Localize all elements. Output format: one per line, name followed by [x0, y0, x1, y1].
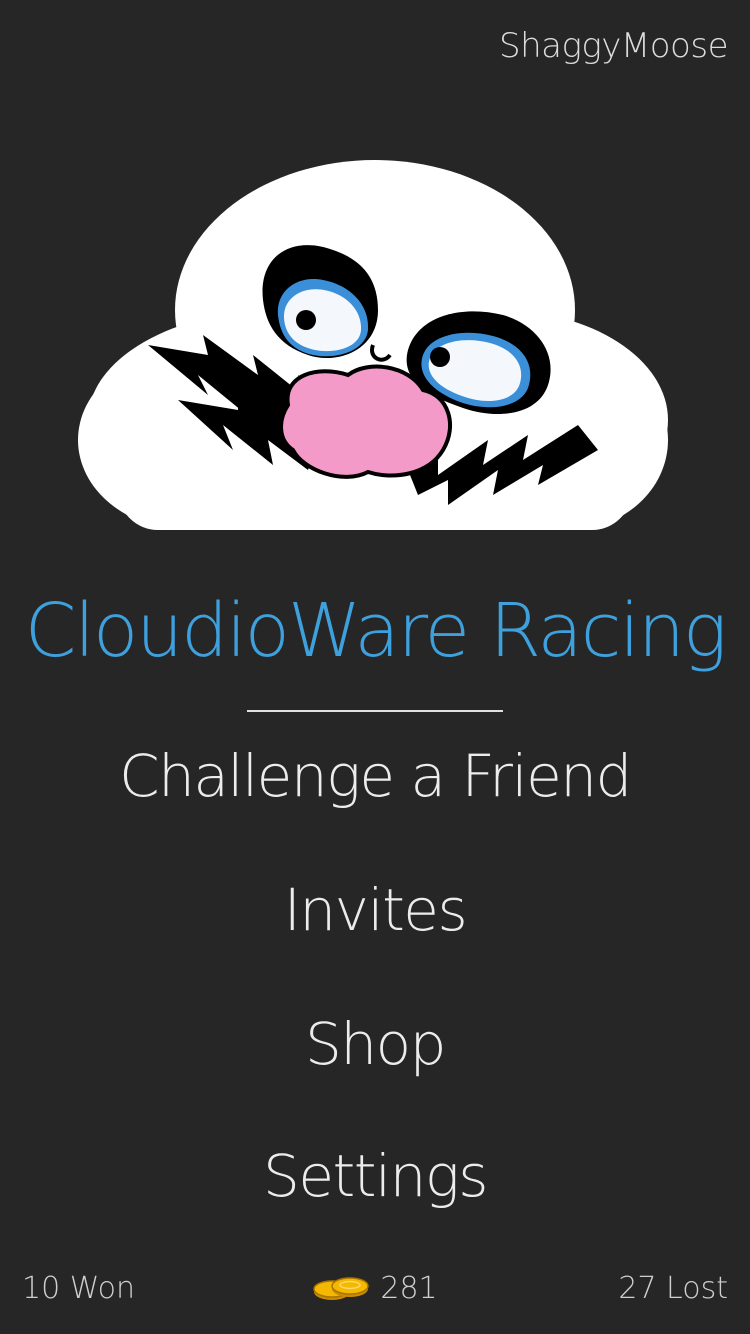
coins-icon	[313, 1276, 370, 1300]
games-lost: 27 Lost	[618, 1271, 728, 1306]
username: ShaggyMoose	[499, 26, 728, 66]
app-title: CloudioWare Racing	[24, 588, 728, 674]
title-divider	[247, 710, 503, 712]
challenge-friend-button[interactable]: Challenge a Friend	[0, 742, 750, 810]
coins-value: 281	[380, 1271, 438, 1306]
shop-button[interactable]: Shop	[0, 1010, 750, 1078]
wario-cloud-logo-icon	[78, 160, 668, 530]
invites-button[interactable]: Invites	[0, 876, 750, 944]
settings-button[interactable]: Settings	[0, 1142, 750, 1210]
